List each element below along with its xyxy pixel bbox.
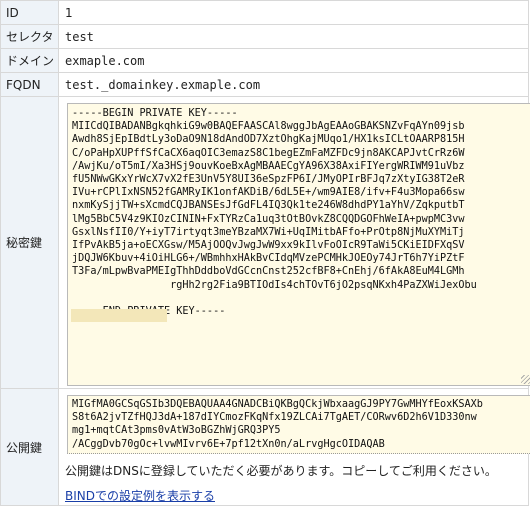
private-key-cell: -----BEGIN PRIVATE KEY----- MIICdQIBADANB… bbox=[58, 96, 530, 389]
public-key-line: /ACggDvb70gOc+lvwMIvrv6E+7pf12tXn0n/aLrv… bbox=[72, 438, 385, 450]
private-key-textarea[interactable]: -----BEGIN PRIVATE KEY----- MIICdQIBADANB… bbox=[67, 103, 530, 386]
selector-label: セレクタ bbox=[0, 24, 59, 49]
private-key-line: T3Fa/mLpwBvaPMEIgThhDddboVdGCcnCnst252cf… bbox=[72, 266, 465, 278]
public-key-line: MIGfMA0GCSqGSIb3DQEBAQUAA4GNADCBiQKBgQCk… bbox=[72, 399, 483, 410]
private-key-label: 秘密鍵 bbox=[0, 96, 59, 389]
row-selector: セレクタ test bbox=[0, 24, 529, 49]
resize-grip-icon[interactable] bbox=[521, 375, 530, 384]
private-key-line bbox=[72, 292, 527, 305]
public-key-textarea[interactable]: MIGfMA0GCSqGSIb3DQEBAQUAA4GNADCBiQKBgQCk… bbox=[67, 395, 530, 454]
private-key-text: -----BEGIN PRIVATE KEY----- MIICdQIBADANB… bbox=[72, 107, 527, 318]
private-key-line: /AwjKu/oT5mI/Xa3HSj9ouvKoeBxAgMBAAECgYA9… bbox=[72, 160, 465, 172]
public-key-cell: MIGfMA0GCSqGSIb3DQEBAQUAA4GNADCBiQKBgQCk… bbox=[58, 388, 530, 506]
public-key-note: 公開鍵はDNSに登録していただく必要があります。コピーしてご利用ください。 bbox=[65, 464, 497, 478]
private-key-line: rgHh2rg2Fia9BTIOdIs4chTOvT6jO2psqNKxh4Pa… bbox=[72, 279, 477, 291]
private-key-line: Awdh8SjEpIBdtLy3oDaO9N18dAndOD7XztOhgKaj… bbox=[72, 134, 465, 146]
private-key-line: fU5NWwGKxYrWcX7vX2fE3UnV5Y8UI36eSpzFP6I/… bbox=[72, 174, 465, 186]
domain-label: ドメイン bbox=[0, 48, 59, 73]
private-key-line: nxmKySjjTW+sXcmdCQJBANSEsJfGdFL4IQ3Qk1te… bbox=[72, 200, 465, 212]
row-private-key: 秘密鍵 -----BEGIN PRIVATE KEY----- MIICdQIBA… bbox=[0, 96, 530, 389]
redaction-mask bbox=[71, 309, 167, 322]
private-key-line: lMg5BbC5V4z9KIOzCININ+FxTYRzCa1uq3tOtBOv… bbox=[72, 213, 465, 225]
private-key-line: IfPvAkB5ja+oECXGsw/M5AjOOQvJwgJwW9xx9kIl… bbox=[72, 240, 465, 252]
row-domain: ドメイン exmaple.com bbox=[0, 48, 529, 73]
row-fqdn: FQDN test._domainkey.exmaple.com bbox=[0, 72, 529, 97]
public-key-line: mg1+mqtCAt3pms0vAtW3oBGZhWjGRQ3PY5 bbox=[72, 425, 281, 437]
private-key-line: C/oPaHpXUPffSfCaCX6aqOIC3emazS8C1begEZmF… bbox=[72, 147, 465, 159]
domainkey-detail-table: ID 1 セレクタ test ドメイン exmaple.com FQDN tes… bbox=[0, 0, 530, 506]
bind-example-link[interactable]: BINDでの設定例を表示する bbox=[65, 487, 215, 504]
fqdn-value: test._domainkey.exmaple.com bbox=[58, 72, 529, 97]
id-label: ID bbox=[0, 0, 59, 25]
private-key-line: jDQJW6Kbuv+4iOiHLG6+/WBmhhxHAkBvCIdqMVze… bbox=[72, 253, 465, 265]
public-key-text: MIGfMA0GCSqGSIb3DQEBAQUAA4GNADCBiQKBgQCk… bbox=[72, 398, 527, 451]
private-key-line: GsxlNsfII0/Y+iyT7irtyqt3meYBzaMX7Wi+UqIM… bbox=[72, 226, 465, 238]
private-key-line: -----BEGIN PRIVATE KEY----- bbox=[72, 108, 238, 119]
fqdn-label: FQDN bbox=[0, 72, 59, 97]
domain-value: exmaple.com bbox=[58, 48, 529, 73]
public-key-line: S8t6A2jvTZfHQJ3dA+187dIYCmozFKqNfx19ZLCA… bbox=[72, 412, 477, 424]
public-key-label: 公開鍵 bbox=[0, 388, 59, 506]
row-public-key: 公開鍵 MIGfMA0GCSqGSIb3DQEBAQUAA4GNADCBiQKB… bbox=[0, 388, 530, 506]
private-key-line: IVu+rCPlIxNSN52fGAMRyIK1onfAKDiB/6dL5E+/… bbox=[72, 187, 465, 199]
selector-value: test bbox=[58, 24, 529, 49]
private-key-line: MIICdQIBADANBgkqhkiG9w0BAQEFAASCAl8wggJb… bbox=[72, 121, 465, 133]
id-value: 1 bbox=[58, 0, 529, 25]
row-id: ID 1 bbox=[0, 0, 529, 25]
